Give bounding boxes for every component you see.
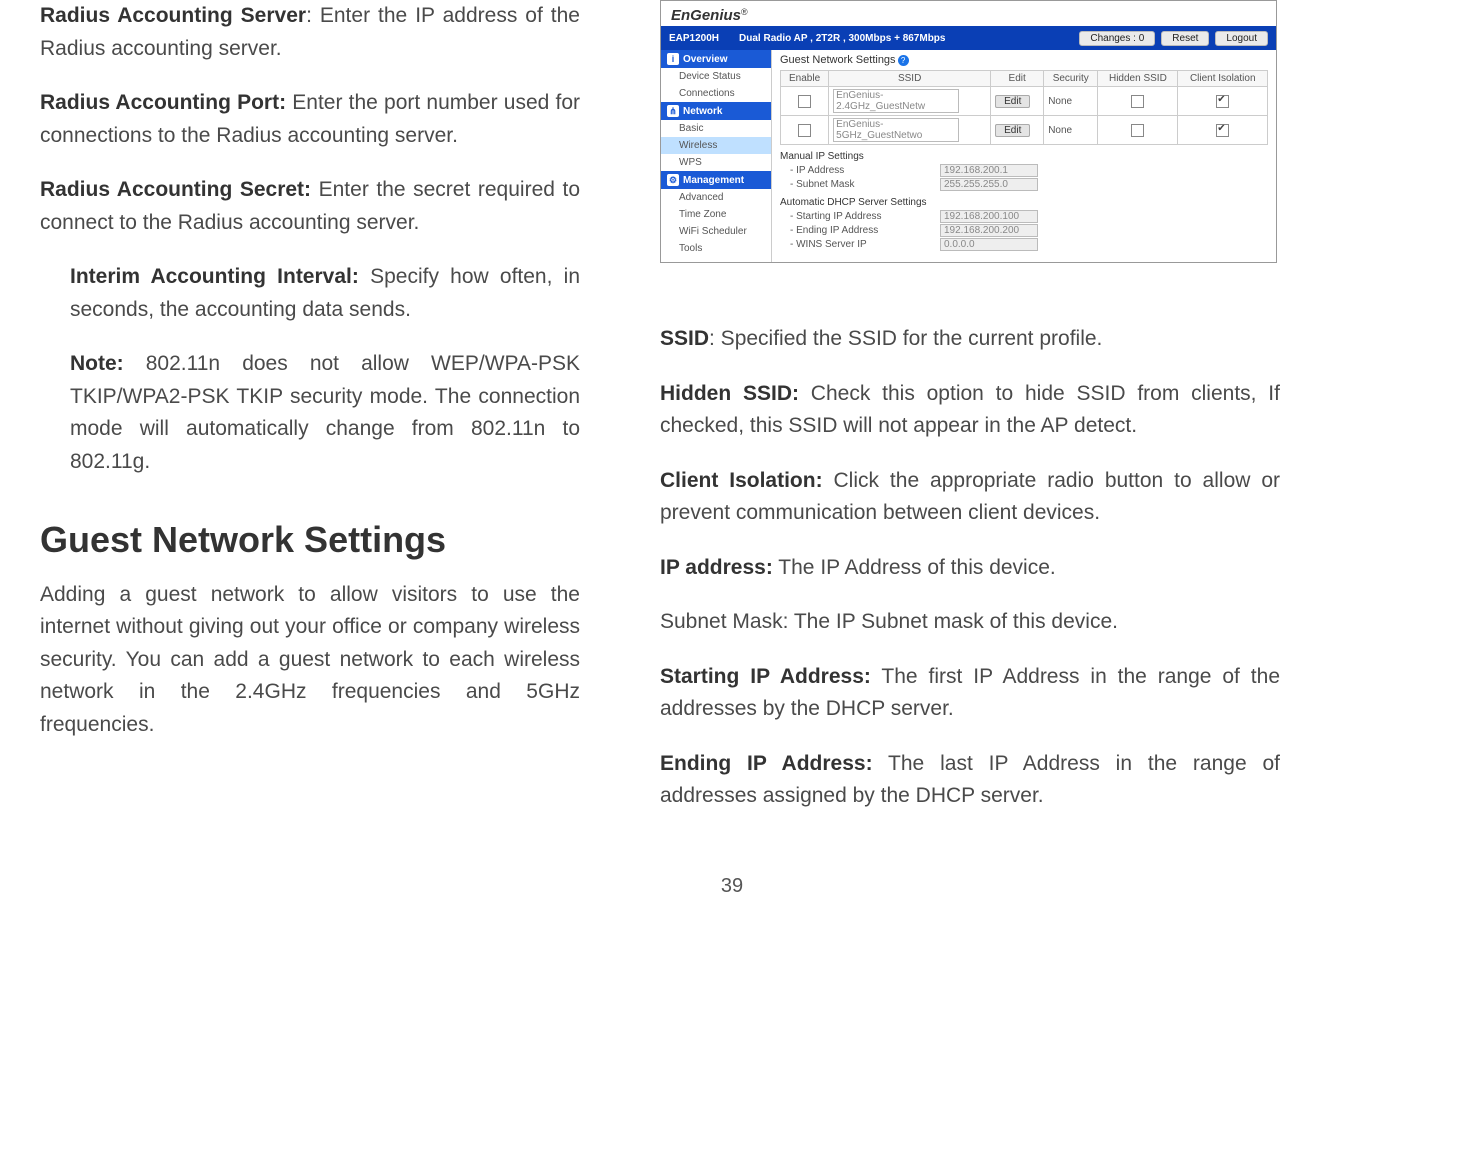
sidebar-item-advanced[interactable]: Advanced (661, 189, 771, 206)
ip-key: - IP Address (780, 165, 940, 176)
start-key: - Starting IP Address (780, 211, 940, 222)
hidden-checkbox[interactable] (1131, 124, 1144, 137)
model-label: EAP1200H (669, 33, 719, 44)
sidebar-item-wps[interactable]: WPS (661, 154, 771, 171)
th-hidden: Hidden SSID (1098, 71, 1178, 87)
interim-para: Interim Accounting Interval: Specify how… (70, 261, 580, 326)
security-value: None (1044, 87, 1098, 116)
guest-heading: Guest Network Settings (40, 519, 580, 561)
enable-checkbox[interactable] (798, 95, 811, 108)
ip-text: The IP Address of this device. (773, 556, 1056, 579)
sidebar-item-tools[interactable]: Tools (661, 240, 771, 257)
th-enable: Enable (781, 71, 829, 87)
hidden-para: Hidden SSID: Check this option to hide S… (660, 378, 1280, 443)
sidebar-item-device-status[interactable]: Device Status (661, 68, 771, 85)
end-input[interactable]: 192.168.200.200 (940, 224, 1038, 237)
note-text: 802.11n does not allow WEP/WPA-PSK TKIP/… (70, 352, 580, 473)
sidebar-item-basic[interactable]: Basic (661, 120, 771, 137)
radius-secret-label: Radius Accounting Secret: (40, 178, 311, 201)
start-label: Starting IP Address: (660, 665, 871, 688)
sidebar-section-network[interactable]: ⋔ Network (661, 102, 771, 120)
gear-icon: ⚙ (667, 174, 679, 186)
manual-ip-heading: Manual IP Settings (780, 151, 1268, 162)
table-row: EnGenius-5GHz_GuestNetwo Edit None (781, 116, 1268, 145)
ssid-para: SSID: Specified the SSID for the current… (660, 323, 1280, 356)
ip-label: IP address: (660, 556, 773, 579)
mode-label: Dual Radio AP , 2T2R , 300Mbps + 867Mbps (739, 33, 945, 44)
th-security: Security (1044, 71, 1098, 87)
edit-button[interactable]: Edit (995, 95, 1030, 108)
radius-server-para: Radius Accounting Server: Enter the IP a… (40, 0, 580, 65)
mask-para: Subnet Mask: The IP Subnet mask of this … (660, 606, 1280, 639)
brand-name: EnGenius (671, 7, 741, 24)
end-para: Ending IP Address: The last IP Address i… (660, 748, 1280, 813)
sidebar-item-wireless[interactable]: Wireless (661, 137, 771, 154)
info-icon: i (667, 53, 679, 65)
sidebar: i Overview Device Status Connections ⋔ Net… (661, 50, 772, 262)
sidebar-item-timezone[interactable]: Time Zone (661, 206, 771, 223)
sidebar-section-management[interactable]: ⚙ Management (661, 171, 771, 189)
mask-input[interactable]: 255.255.255.0 (940, 178, 1038, 191)
sidebar-label-management: Management (683, 175, 744, 186)
edit-button[interactable]: Edit (995, 124, 1030, 137)
isolation-checkbox[interactable] (1216, 95, 1229, 108)
main-panel: Guest Network Settings? Enable SSID Edit… (772, 50, 1276, 262)
th-isolation: Client Isolation (1178, 71, 1268, 87)
network-icon: ⋔ (667, 105, 679, 117)
panel-title: Guest Network Settings (780, 54, 896, 66)
isolation-para: Client Isolation: Click the appropriate … (660, 465, 1280, 530)
sidebar-label-network: Network (683, 106, 722, 117)
blue-bar: EAP1200H Dual Radio AP , 2T2R , 300Mbps … (661, 26, 1276, 50)
table-header-row: Enable SSID Edit Security Hidden SSID Cl… (781, 71, 1268, 87)
guest-intro: Adding a guest network to allow visitors… (40, 579, 580, 742)
right-column: EnGenius® EAP1200H Dual Radio AP , 2T2R … (660, 0, 1280, 835)
note-para: Note: 802.11n does not allow WEP/WPA-PSK… (70, 348, 580, 478)
changes-button[interactable]: Changes : 0 (1079, 31, 1155, 46)
wins-input[interactable]: 0.0.0.0 (940, 238, 1038, 251)
enable-checkbox[interactable] (798, 124, 811, 137)
sidebar-item-connections[interactable]: Connections (661, 85, 771, 102)
hidden-label: Hidden SSID: (660, 382, 799, 405)
left-column: Radius Accounting Server: Enter the IP a… (40, 0, 580, 835)
end-label: Ending IP Address: (660, 752, 873, 775)
radius-secret-para: Radius Accounting Secret: Enter the secr… (40, 174, 580, 239)
wins-key: - WINS Server IP (780, 239, 940, 250)
sidebar-section-overview[interactable]: i Overview (661, 50, 771, 68)
th-edit: Edit (991, 71, 1044, 87)
start-para: Starting IP Address: The first IP Addres… (660, 661, 1280, 726)
radius-port-label: Radius Accounting Port: (40, 91, 286, 114)
radius-server-label: Radius Accounting Server (40, 4, 306, 27)
ssid-input[interactable]: EnGenius-2.4GHz_GuestNetw (833, 89, 959, 113)
ssid-table: Enable SSID Edit Security Hidden SSID Cl… (780, 70, 1268, 145)
help-icon[interactable]: ? (898, 55, 909, 66)
end-key: - Ending IP Address (780, 225, 940, 236)
page-number: 39 (0, 875, 1464, 898)
ui-screenshot: EnGenius® EAP1200H Dual Radio AP , 2T2R … (660, 0, 1277, 263)
hidden-checkbox[interactable] (1131, 95, 1144, 108)
isolation-checkbox[interactable] (1216, 124, 1229, 137)
isolation-label: Client Isolation: (660, 469, 823, 492)
th-ssid: SSID (829, 71, 991, 87)
brand-reg: ® (741, 7, 748, 17)
security-value: None (1044, 116, 1098, 145)
sidebar-label-overview: Overview (683, 54, 727, 65)
ssid-input[interactable]: EnGenius-5GHz_GuestNetwo (833, 118, 959, 142)
dhcp-heading: Automatic DHCP Server Settings (780, 197, 1268, 208)
sidebar-item-scheduler[interactable]: WiFi Scheduler (661, 223, 771, 240)
logout-button[interactable]: Logout (1215, 31, 1268, 46)
mask-key: - Subnet Mask (780, 179, 940, 190)
table-row: EnGenius-2.4GHz_GuestNetw Edit None (781, 87, 1268, 116)
interim-label: Interim Accounting Interval: (70, 265, 359, 288)
radius-port-para: Radius Accounting Port: Enter the port n… (40, 87, 580, 152)
brand-bar: EnGenius® (661, 1, 1276, 26)
note-label: Note: (70, 352, 124, 375)
ssid-text: : Specified the SSID for the current pro… (709, 327, 1102, 350)
start-input[interactable]: 192.168.200.100 (940, 210, 1038, 223)
reset-button[interactable]: Reset (1161, 31, 1209, 46)
ssid-label: SSID (660, 327, 709, 350)
ip-input[interactable]: 192.168.200.1 (940, 164, 1038, 177)
ip-para: IP address: The IP Address of this devic… (660, 552, 1280, 585)
